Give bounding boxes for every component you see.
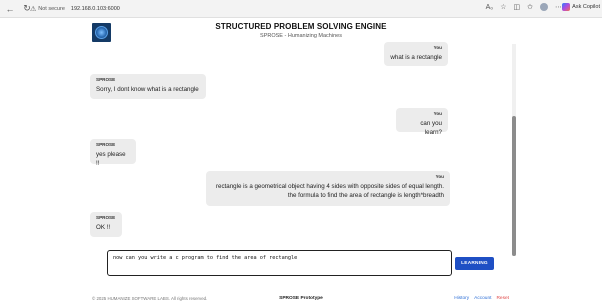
message-text: OK !! (96, 224, 111, 231)
message-user: You rectangle is a geometrical object ha… (206, 171, 450, 206)
footer-product: SPROSE Prototype (279, 296, 323, 301)
copilot-button[interactable]: Ask Copilot (562, 3, 600, 11)
address-bar[interactable]: ⚠ Not secure 192.168.0.103:6000 (30, 3, 500, 15)
browser-actions: A₀ ☆ ◫ ✩ ⋯ (486, 3, 562, 11)
page-title: STRUCTURED PROBLEM SOLVING ENGINE (215, 22, 387, 31)
split-screen-icon[interactable]: ◫ (514, 3, 521, 11)
warning-icon: ⚠ (30, 5, 37, 13)
message-text: rectangle is a geometrical object having… (215, 183, 444, 190)
message-text: yes please !! (96, 151, 126, 167)
page-subtitle: SPROSE - Humanizing Machines (260, 33, 342, 39)
message-sender: SPROSE (96, 215, 116, 220)
message-text: can you learn? (420, 120, 442, 136)
reset-link[interactable]: Reset (496, 296, 509, 301)
browser-toolbar: ← ↻ ⚠ Not secure 192.168.0.103:6000 A₀ ☆… (0, 0, 602, 18)
copilot-label: Ask Copilot (572, 4, 600, 10)
message-bot: SPROSE yes please !! (90, 139, 136, 167)
read-aloud-icon[interactable]: A₀ (486, 4, 494, 11)
security-indicator[interactable]: ⚠ Not secure (30, 6, 65, 13)
message-sender: SPROSE (96, 77, 116, 82)
chat-scrollbar[interactable] (512, 44, 516, 256)
message-text-line2: the formula to find the area of rectangl… (287, 192, 444, 199)
profile-avatar[interactable] (540, 3, 548, 11)
message-sender: SPROSE (96, 142, 116, 147)
account-link[interactable]: Account (474, 296, 491, 301)
favorites-icon[interactable]: ✩ (527, 3, 533, 11)
learning-button[interactable]: LEARNING (455, 257, 494, 270)
message-user: You can you learn? (396, 108, 448, 136)
security-label: Not secure (38, 6, 65, 12)
message-sender: You (435, 174, 444, 179)
copilot-icon (562, 3, 571, 11)
footer-links: History Account Reset (454, 296, 509, 301)
favorite-star-icon[interactable]: ☆ (500, 3, 506, 11)
message-input[interactable]: now can you write a c program to find th… (107, 250, 452, 276)
message-user: You what is a rectangle (384, 42, 448, 66)
message-bot: SPROSE OK !! (90, 212, 122, 237)
message-text: what is a rectangle (390, 54, 442, 61)
message-sender: You (433, 111, 442, 116)
scrollbar-thumb[interactable] (512, 116, 516, 256)
message-sender: You (433, 45, 442, 50)
more-menu-icon[interactable]: ⋯ (555, 3, 562, 11)
message-text: Sorry, I dont know what is a rectangle (96, 86, 199, 93)
history-link[interactable]: History (454, 296, 469, 301)
message-bot: SPROSE Sorry, I dont know what is a rect… (90, 74, 206, 99)
back-icon[interactable]: ← (3, 2, 17, 16)
app-page: STRUCTURED PROBLEM SOLVING ENGINE SPROSE… (0, 18, 602, 307)
url-text[interactable]: 192.168.0.103:6000 (71, 6, 120, 12)
